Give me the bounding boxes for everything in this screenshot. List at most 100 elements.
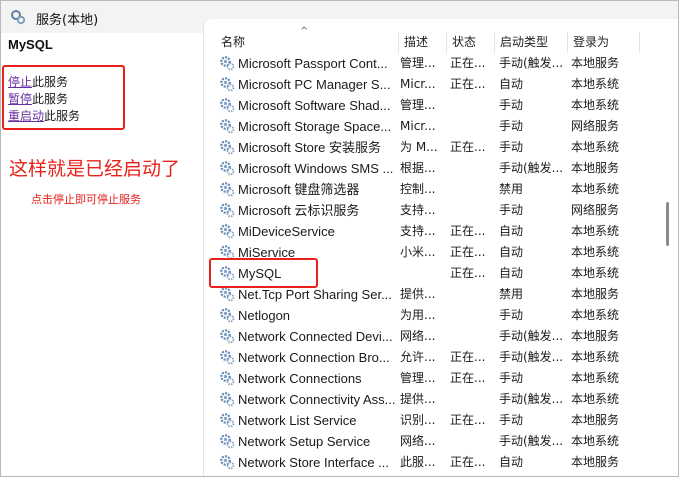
table-row[interactable]: Microsoft Storage Space... Micr... 手动 网络服务 (216, 116, 652, 137)
cell-description: 网络... (400, 329, 436, 343)
table-row[interactable]: Network Setup Service 网络... 手动(触发... 本地系统 (216, 431, 652, 452)
service-gear-icon (220, 119, 235, 134)
service-gear-icon (220, 224, 235, 239)
cell-status: 正在... (450, 56, 486, 70)
table-row[interactable]: Microsoft 云标识服务 支持... 手动 网络服务 (216, 200, 652, 221)
cell-name: Microsoft 键盘筛选器 (216, 179, 399, 201)
cell-logon-as: 本地系统 (571, 245, 620, 259)
cell-description: Micr... (400, 77, 436, 91)
cell-description: 此服... (400, 455, 436, 469)
table-row[interactable]: Network Connection Bro... 允许... 正在... 手动(触发… (216, 347, 652, 368)
cell-logon-as: 本地服务 (571, 455, 620, 469)
cell-name: Microsoft PC Manager S... (216, 74, 399, 96)
cell-startup-type: 手动 (499, 140, 524, 154)
table-row[interactable]: Microsoft PC Manager S... Micr... 正在... 自动 本… (216, 74, 652, 95)
service-gear-icon (220, 308, 235, 323)
cell-description: 提供... (400, 287, 436, 301)
cell-logon-as: 本地服务 (571, 161, 620, 175)
column-header-name[interactable]: 名称 (216, 32, 399, 53)
cell-startup-type: 自动 (499, 224, 524, 238)
cell-name: Microsoft Passport Cont... (216, 53, 399, 75)
service-gear-icon (220, 350, 235, 365)
cell-startup-type: 手动(触发... (499, 161, 564, 175)
service-name: Network List Service (238, 413, 357, 428)
cell-logon-as: 本地系统 (571, 434, 620, 448)
cell-status: 正在... (450, 350, 486, 364)
column-header-status[interactable]: 状态 (447, 32, 495, 53)
services-window: 服务(本地) MySQL 停止此服务 暂停此服务 重启动此服务 这样就是已经启动… (0, 0, 679, 477)
cell-name: Netlogon (216, 305, 399, 327)
cell-logon-as: 本地服务 (571, 329, 620, 343)
service-gear-icon (220, 455, 235, 470)
cell-logon-as: 本地系统 (571, 140, 620, 154)
cell-name: Network Connected Devi... (216, 326, 399, 348)
table-row[interactable]: Network Connections 管理... 正在... 手动 本地系统 (216, 368, 652, 389)
service-name: Network Connected Devi... (238, 329, 393, 344)
table-row[interactable]: Microsoft Windows SMS ... 根据... 手动(触发... 本地… (216, 158, 652, 179)
cell-status: 正在... (450, 371, 486, 385)
cell-logon-as: 本地服务 (571, 56, 620, 70)
table-row[interactable]: Microsoft Software Shad... 管理... 手动 本地系统 (216, 95, 652, 116)
table-row[interactable]: MiDeviceService 支持... 正在... 自动 本地系统 (216, 221, 652, 242)
cell-startup-type: 手动(触发... (499, 350, 564, 364)
cell-logon-as: 网络服务 (571, 119, 620, 133)
cell-startup-type: 手动(触发... (499, 434, 564, 448)
table-row[interactable]: Netlogon 为用... 手动 本地系统 (216, 305, 652, 326)
cell-status: 正在... (450, 266, 486, 280)
table-row[interactable]: Microsoft 键盘筛选器 控制... 禁用 本地系统 (216, 179, 652, 200)
cell-name: Microsoft Store 安装服务 (216, 137, 399, 159)
annotation-stop-hint: 点击停止即可停止服务 (31, 193, 141, 206)
service-name: Microsoft Store 安装服务 (238, 140, 382, 155)
service-gear-icon (220, 329, 235, 344)
table-row[interactable]: Microsoft Store 安装服务 为 M... 正在... 手动 本地系统 (216, 137, 652, 158)
service-name: Network Connection Bro... (238, 350, 390, 365)
cell-startup-type: 手动 (499, 119, 524, 133)
column-header-startup-type[interactable]: 启动类型 (495, 32, 568, 53)
cell-status: 正在... (450, 413, 486, 427)
cell-name: Network Connections (216, 368, 399, 390)
cell-status: 正在... (450, 224, 486, 238)
table-row[interactable]: Network List Service 识别... 正在... 手动 本地服务 (216, 410, 652, 431)
cell-status: 正在... (450, 77, 486, 91)
cell-logon-as: 本地系统 (571, 266, 620, 280)
service-name: Microsoft 云标识服务 (238, 203, 360, 218)
service-name: Microsoft PC Manager S... (238, 77, 391, 92)
cell-logon-as: 本地服务 (571, 287, 620, 301)
cell-name: Microsoft Software Shad... (216, 95, 399, 117)
table-header: 名称 描述 状态 启动类型 登录为 (216, 32, 652, 53)
table-row[interactable]: Network Connectivity Ass... 提供... 手动(触发...… (216, 389, 652, 410)
table-row[interactable]: Microsoft Passport Cont... 管理... 正在... 手动(触… (216, 53, 652, 74)
service-gear-icon (220, 56, 235, 71)
cell-description: 允许... (400, 350, 436, 364)
mysql-highlight-box (209, 258, 318, 288)
cell-name: Microsoft Storage Space... (216, 116, 399, 138)
cell-description: 提供... (400, 392, 436, 406)
cell-description: 为用... (400, 308, 436, 322)
service-gear-icon (220, 182, 235, 197)
service-gear-icon (220, 98, 235, 113)
service-gear-icon (220, 434, 235, 449)
table-row[interactable]: Network Store Interface ... 此服... 正在... 自动 本… (216, 452, 652, 473)
table-row[interactable]: Network Connected Devi... 网络... 手动(触发... 本地… (216, 326, 652, 347)
gear-services-icon (11, 10, 26, 25)
cell-name: Network Connection Bro... (216, 347, 399, 369)
cell-name: Network Connectivity Ass... (216, 389, 399, 411)
cell-logon-as: 本地系统 (571, 308, 620, 322)
cell-description: 支持... (400, 203, 436, 217)
service-gear-icon (220, 371, 235, 386)
column-header-logon-as[interactable]: 登录为 (568, 32, 640, 53)
cell-startup-type: 手动 (499, 413, 524, 427)
vertical-scrollbar[interactable] (666, 202, 669, 246)
service-name: Microsoft Windows SMS ... (238, 161, 394, 176)
column-header-description[interactable]: 描述 (399, 32, 447, 53)
cell-logon-as: 本地系统 (571, 392, 620, 406)
cell-startup-type: 禁用 (499, 287, 524, 301)
service-name: Microsoft 键盘筛选器 (238, 182, 360, 197)
service-name: Net.Tcp Port Sharing Ser... (238, 287, 392, 302)
cell-startup-type: 自动 (499, 77, 524, 91)
service-gear-icon (220, 77, 235, 92)
cell-startup-type: 禁用 (499, 182, 524, 196)
service-name: Netlogon (238, 308, 291, 323)
cell-logon-as: 本地系统 (571, 350, 620, 364)
cell-logon-as: 本地系统 (571, 98, 620, 112)
